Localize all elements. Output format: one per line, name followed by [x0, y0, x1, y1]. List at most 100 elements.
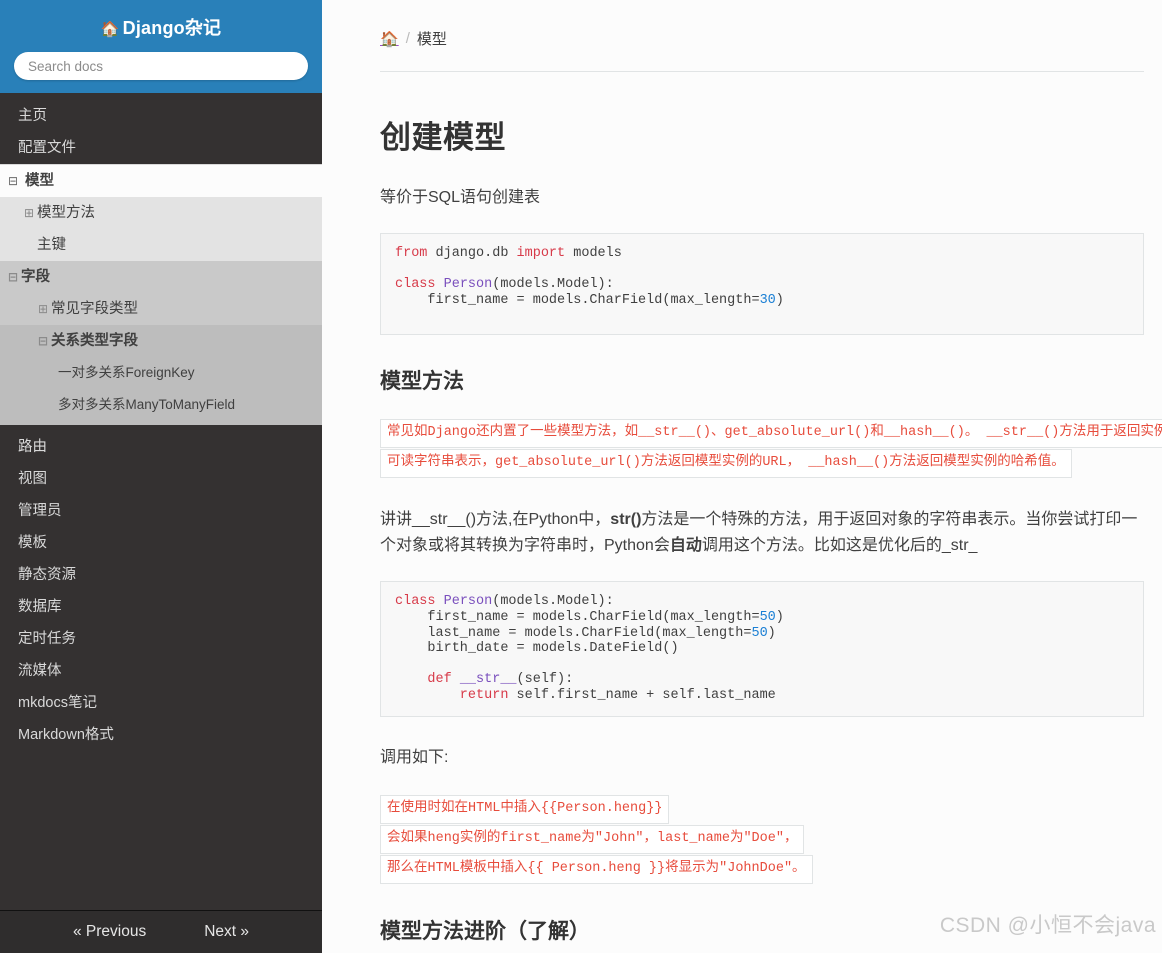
sidebar-item-label[interactable]: 数据库	[0, 591, 322, 623]
code-keyword-def: def	[395, 672, 452, 688]
sidebar-item-primary-key[interactable]: 主键	[0, 229, 322, 261]
sidebar-item-label[interactable]: 静态资源	[0, 559, 322, 591]
collapse-minus-icon[interactable]: ⊟	[8, 172, 21, 190]
note-line: 常见如Django还内置了一些模型方法，如__str__()、get_absol…	[380, 419, 1162, 449]
code-classname: Person	[443, 277, 493, 293]
code-text: (models.Model):	[492, 594, 614, 610]
code-text: )	[775, 609, 784, 625]
section-heading-model-methods: 模型方法	[380, 370, 464, 394]
next-page-link[interactable]: Next »	[204, 923, 249, 941]
sidebar-item-label[interactable]: 多对多关系ManyToManyField	[0, 389, 322, 421]
sidebar-item-model-methods[interactable]: ⊞ 模型方法	[0, 197, 322, 229]
brand-link[interactable]: 🏠 Django杂记	[0, 0, 322, 52]
sidebar-item-label[interactable]: 管理员	[0, 495, 322, 527]
breadcrumb-current[interactable]: 模型	[417, 28, 447, 49]
sidebar-item-label[interactable]: 流媒体	[0, 655, 322, 687]
sidebar-nav: 主页 配置文件 ⊟ 模型 ⊞ 模型方法 主键 ⊟ 字段 ⊞ 常见字段类型 ⊟ 关…	[0, 93, 322, 425]
sidebar-item-relation-field-types-link[interactable]: ⊟ 关系类型字段	[0, 325, 322, 357]
brand-label: Django杂记	[122, 18, 222, 38]
note-line: 那么在HTML模板中插入{{ Person.heng }}将显示为"JohnDo…	[380, 854, 813, 884]
section-heading-advanced-methods: 模型方法进阶（了解）	[380, 919, 590, 943]
sidebar-item-label[interactable]: mkdocs笔记	[0, 687, 322, 719]
code-number: 50	[759, 609, 776, 625]
sidebar-item-markdown-format[interactable]: Markdown格式	[0, 719, 322, 751]
main-content: 🏠 / 模型 创建模型 等价于SQL语句创建表 from django.db i…	[322, 0, 1162, 953]
code-text: self.first_name + self.last_name	[508, 687, 776, 703]
sidebar-item-common-field-types-link[interactable]: ⊞ 常见字段类型	[0, 293, 322, 325]
expand-plus-icon[interactable]: ⊞	[38, 300, 51, 318]
sidebar-item-label[interactable]: 主页	[0, 93, 322, 132]
code-number: 30	[759, 292, 776, 308]
code-text: )	[767, 625, 776, 641]
explanation-paragraph: 讲讲__str__()方法,在Python中，str()方法是一个特殊的方法，用…	[380, 507, 1144, 559]
code-text: )	[775, 292, 784, 308]
sidebar-item-relation-field-types[interactable]: ⊟ 关系类型字段 一对多关系ForeignKey 多对多关系ManyToManyF…	[0, 325, 322, 425]
code-keyword-from: from	[395, 246, 428, 261]
sidebar-item-primary-key-link[interactable]: 主键	[0, 229, 322, 261]
sidebar-item-label: 字段	[21, 269, 50, 285]
sidebar-item-label: 模型	[25, 173, 54, 189]
sidebar-item-label[interactable]: 视图	[0, 463, 322, 495]
note-line: 在使用时如在HTML中插入{{Person.heng}}	[380, 794, 670, 824]
sidebar-item-model-methods-link[interactable]: ⊞ 模型方法	[0, 197, 322, 229]
collapse-minus-icon[interactable]: ⊟	[8, 268, 21, 286]
page-root: 🏠Django杂记 主页 配置文件 ⊟模型 ⊞	[0, 0, 1162, 953]
sidebar-item-label[interactable]: 一对多关系ForeignKey	[0, 357, 322, 389]
sidebar-item-common-field-types[interactable]: ⊞ 常见字段类型	[0, 293, 322, 325]
expand-plus-icon[interactable]: ⊞	[24, 204, 37, 222]
sidebar-item-fields[interactable]: ⊟ 字段 ⊞ 常见字段类型 ⊟ 关系类型字段 一对多关系ForeignKey 多…	[0, 261, 322, 425]
sidebar-item-label[interactable]: 配置文件	[0, 132, 322, 164]
paragraph-text: 讲讲__str__()方法,在Python中，	[380, 511, 611, 529]
code-text: last_name = models.CharField(max_length=	[395, 625, 752, 641]
sidebar-item-model-link[interactable]: ⊟ 模型	[0, 164, 322, 197]
sidebar-item-views[interactable]: 视图	[0, 463, 322, 495]
home-icon[interactable]: 🏠	[380, 30, 399, 48]
paragraph-text: 调用这个方法。比如这是优化后的_str_	[701, 537, 978, 555]
code-text: birth_date = models.DateField()	[395, 641, 679, 657]
breadcrumb-separator: /	[405, 30, 410, 47]
search-input[interactable]	[14, 52, 308, 80]
code-block-create-model[interactable]: from django.db import models class Perso…	[380, 233, 1144, 336]
note-line: 会如果heng实例的first_name为"John"，last_name为"D…	[380, 824, 805, 854]
sidebar-item-admin[interactable]: 管理员	[0, 495, 322, 527]
sidebar-item-label[interactable]: 路由	[0, 431, 322, 463]
collapse-minus-icon[interactable]: ⊟	[38, 332, 51, 350]
sidebar-item-home[interactable]: 主页	[0, 93, 322, 132]
code-keyword-import: import	[516, 246, 566, 261]
sidebar-item-label: 主键	[37, 237, 66, 253]
sidebar-item-static[interactable]: 静态资源	[0, 559, 322, 591]
sidebar-item-label: 常见字段类型	[51, 301, 138, 317]
sidebar-item-foreignkey[interactable]: 一对多关系ForeignKey	[0, 357, 322, 389]
code-text: (self):	[516, 672, 574, 688]
sidebar-item-label[interactable]: 模板	[0, 527, 322, 559]
paragraph-bold-str: str()	[610, 511, 642, 529]
sidebar-item-config[interactable]: 配置文件	[0, 132, 322, 164]
note-block-model-methods: 常见如Django还内置了一些模型方法，如__str__()、get_absol…	[380, 419, 1162, 479]
previous-page-link[interactable]: « Previous	[73, 923, 146, 941]
sidebar-item-label[interactable]: Markdown格式	[0, 719, 322, 751]
sidebar-item-label: 关系类型字段	[51, 333, 138, 349]
sidebar-item-fields-link[interactable]: ⊟ 字段	[0, 261, 322, 293]
call-label: 调用如下:	[380, 748, 449, 766]
paragraph-bold-auto: 自动	[669, 537, 702, 555]
sidebar-sublist-level2: ⊞ 模型方法 主键 ⊟ 字段 ⊞ 常见字段类型 ⊟ 关系类型字段 一对多关系Fo…	[0, 197, 322, 425]
sidebar-item-templates[interactable]: 模板	[0, 527, 322, 559]
sidebar-item-label[interactable]: 定时任务	[0, 623, 322, 655]
sidebar-item-database[interactable]: 数据库	[0, 591, 322, 623]
sidebar-item-model[interactable]: ⊟ 模型 ⊞ 模型方法 主键 ⊟ 字段 ⊞ 常见字段类型 ⊟ 关系类型字段 一对…	[0, 164, 322, 425]
code-text: (models.Model):	[492, 277, 614, 293]
code-function-name: __str__	[451, 672, 517, 688]
breadcrumb: 🏠 / 模型	[380, 0, 1144, 72]
sidebar-nav-bottom: 路由 视图 管理员 模板 静态资源 数据库 定时任务 流媒体 mkdocs笔记 …	[0, 425, 322, 751]
sidebar-footer: « Previous Next »	[0, 910, 322, 953]
sidebar-item-streaming[interactable]: 流媒体	[0, 655, 322, 687]
sidebar-item-routing[interactable]: 路由	[0, 431, 322, 463]
sidebar-item-manytomanyfield[interactable]: 多对多关系ManyToManyField	[0, 389, 322, 421]
code-keyword-class: class	[395, 594, 436, 610]
search-form	[0, 52, 322, 80]
code-block-person-str[interactable]: class Person(models.Model): first_name =…	[380, 581, 1144, 717]
sidebar-item-scheduled-tasks[interactable]: 定时任务	[0, 623, 322, 655]
sidebar-item-mkdocs-notes[interactable]: mkdocs笔记	[0, 687, 322, 719]
note-line: 可读字符串表示，get_absolute_url()方法返回模型实例的URL， …	[380, 449, 1072, 479]
code-text: first_name = models.CharField(max_length…	[395, 609, 760, 625]
